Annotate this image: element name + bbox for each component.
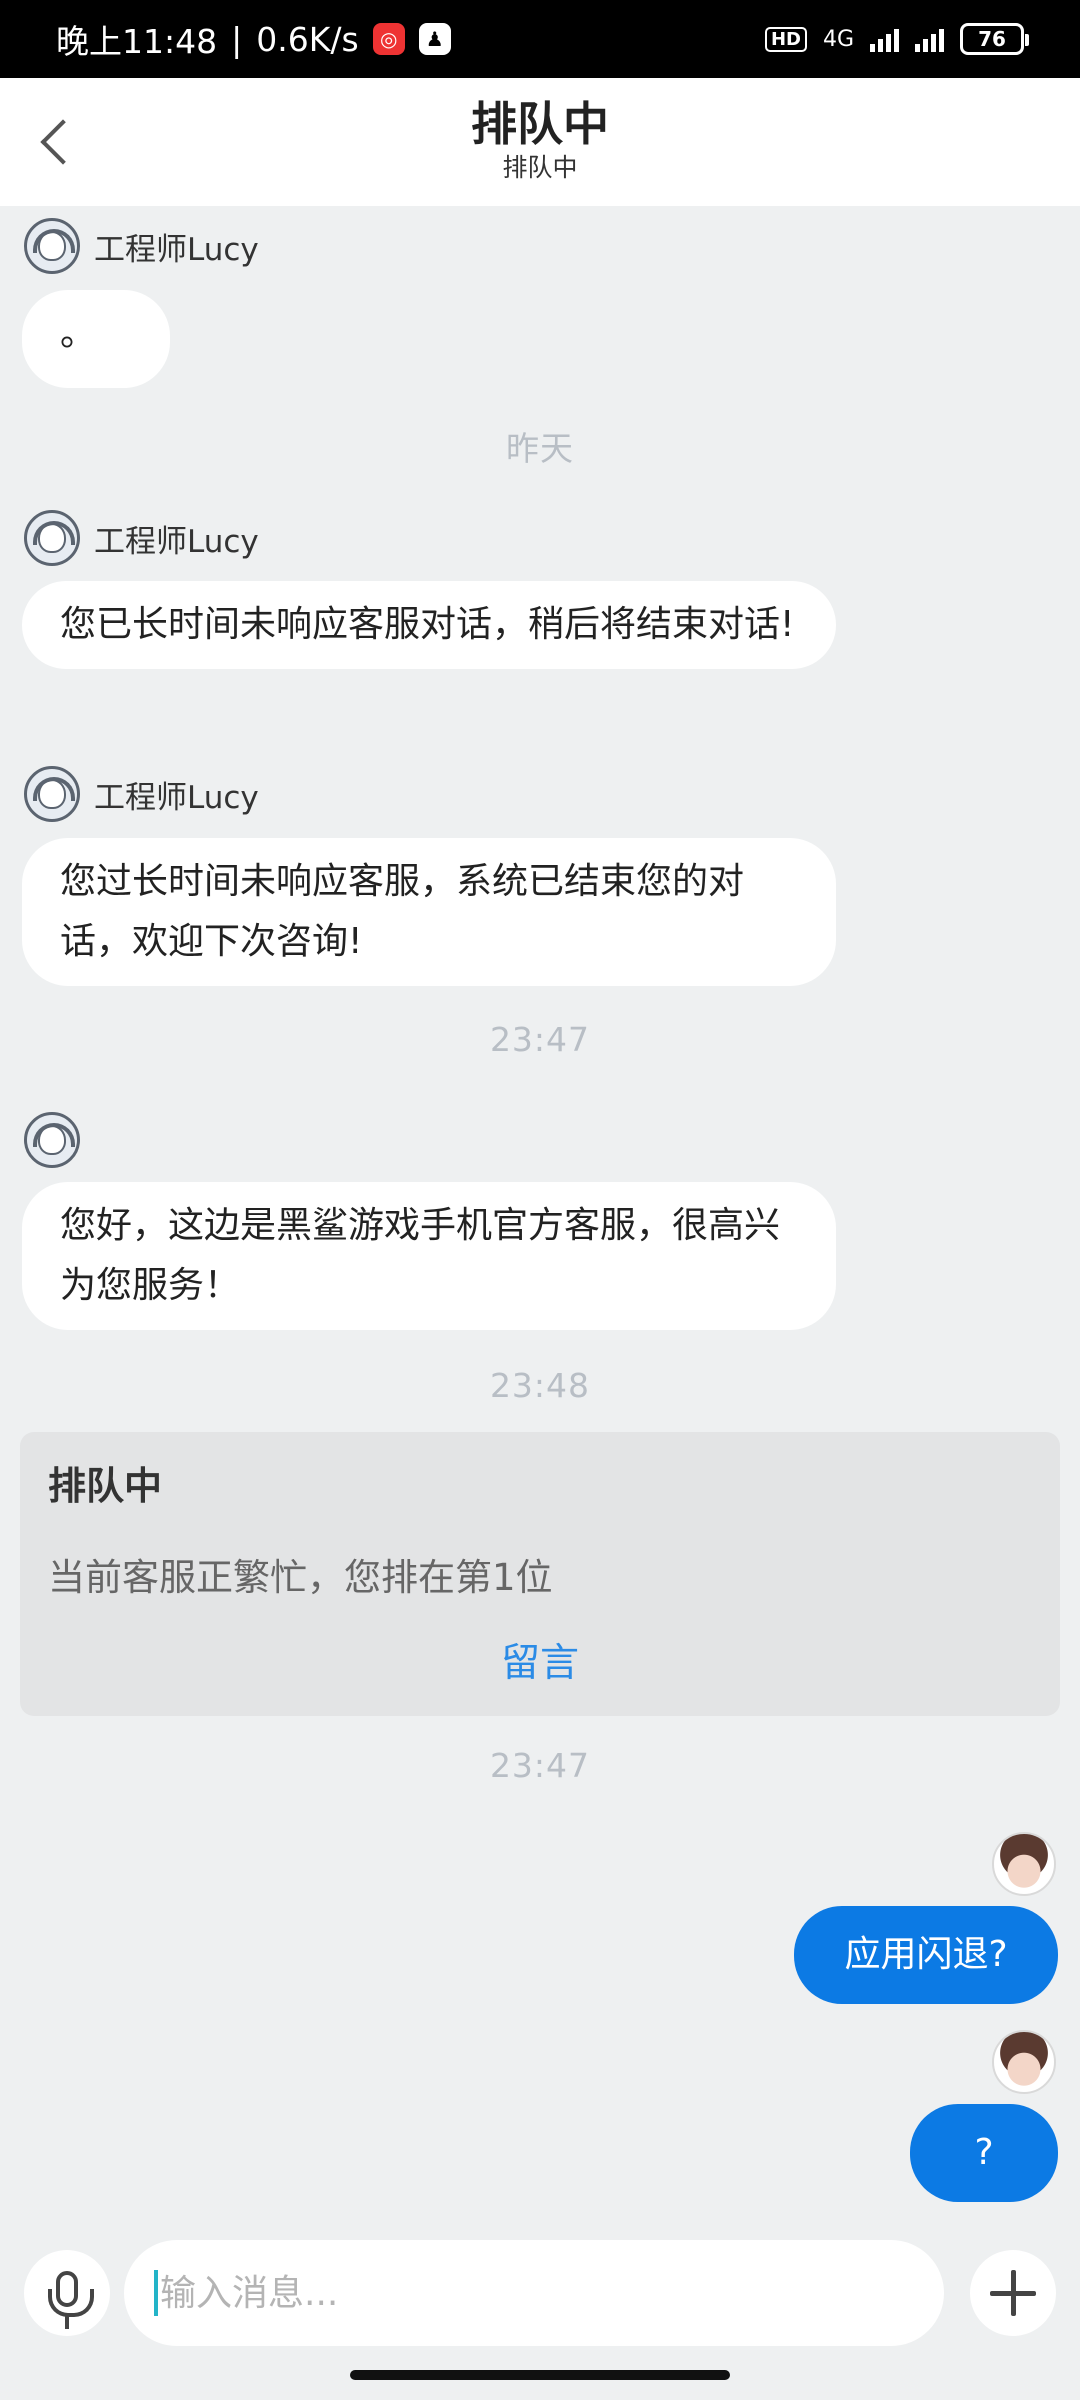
back-arrow-icon [40,119,86,165]
battery-level: 76 [978,27,1006,51]
agent-sender: 工程师Lucy [24,510,259,566]
agent-sender: 工程师Lucy [24,218,259,274]
signal-icon-2 [915,26,944,52]
battery-icon: 76 [960,23,1029,55]
timestamp: 23:47 [489,1020,591,1059]
network-speed: 0.6K/s [256,19,359,59]
agent-sender [24,1112,80,1168]
message-input[interactable] [160,2272,760,2314]
status-bar: 晚上11:48 | 0.6K/s ◎ ♟ HD 4G 76 [0,0,1080,78]
input-bar [0,2226,1080,2366]
page-title: 排队中 [471,97,609,151]
queue-position-text: 当前客服正繁忙，您排在第1位 [48,1556,553,1599]
agent-avatar [24,1112,80,1168]
page-subtitle: 排队中 [502,153,578,182]
voice-button[interactable] [24,2250,110,2336]
more-options-button[interactable] [970,2250,1056,2336]
user-avatar [992,2030,1056,2094]
chat-area[interactable]: 工程师Lucy 。 昨天 工程师Lucy 您已长时间未响应客服对话，稍后将结束对… [0,206,1080,2226]
agent-message-bubble[interactable]: 您已长时间未响应客服对话，稍后将结束对话! [22,581,836,669]
status-time: 晚上11:48 [56,22,218,61]
timestamp: 23:47 [489,1746,591,1785]
netease-music-icon: ◎ [372,23,405,55]
agent-message-bubble[interactable]: 您好，这边是黑鲨游戏手机官方客服，很高兴为您服务！ [22,1182,836,1330]
text-cursor [154,2270,158,2316]
agent-avatar [24,218,80,274]
back-button[interactable] [24,108,88,176]
hd-icon: HD [764,26,807,52]
sender-name: 工程师Lucy [94,779,259,816]
user-avatar [992,1832,1056,1896]
microphone-icon [48,2271,94,2329]
network-type: 4G [822,26,854,52]
agent-sender: 工程师Lucy [24,766,259,822]
agent-avatar [24,510,80,566]
home-indicator[interactable] [350,2370,730,2380]
sender-name: 工程师Lucy [94,523,259,560]
status-separator: | [231,19,243,59]
user-message-bubble[interactable]: ? [910,2104,1058,2202]
user-message-bubble[interactable]: 应用闪退? [794,1906,1058,2004]
leave-message-link[interactable]: 留言 [20,1632,1060,1688]
chat-header: 排队中 排队中 [0,78,1080,206]
agent-message-bubble[interactable]: 。 [22,290,170,388]
agent-message-bubble[interactable]: 您过长时间未响应客服，系统已结束您的对话，欢迎下次咨询! [22,838,836,986]
qq-icon: ♟ [418,23,451,55]
agent-avatar [24,766,80,822]
queue-status-card: 排队中 当前客服正繁忙，您排在第1位 留言 [20,1432,1060,1716]
queue-title: 排队中 [48,1464,163,1508]
sender-name: 工程师Lucy [94,231,259,268]
message-input-container[interactable] [124,2240,1048,2346]
date-divider: 昨天 [506,429,574,468]
signal-icon [870,26,899,52]
timestamp: 23:48 [489,1366,591,1405]
